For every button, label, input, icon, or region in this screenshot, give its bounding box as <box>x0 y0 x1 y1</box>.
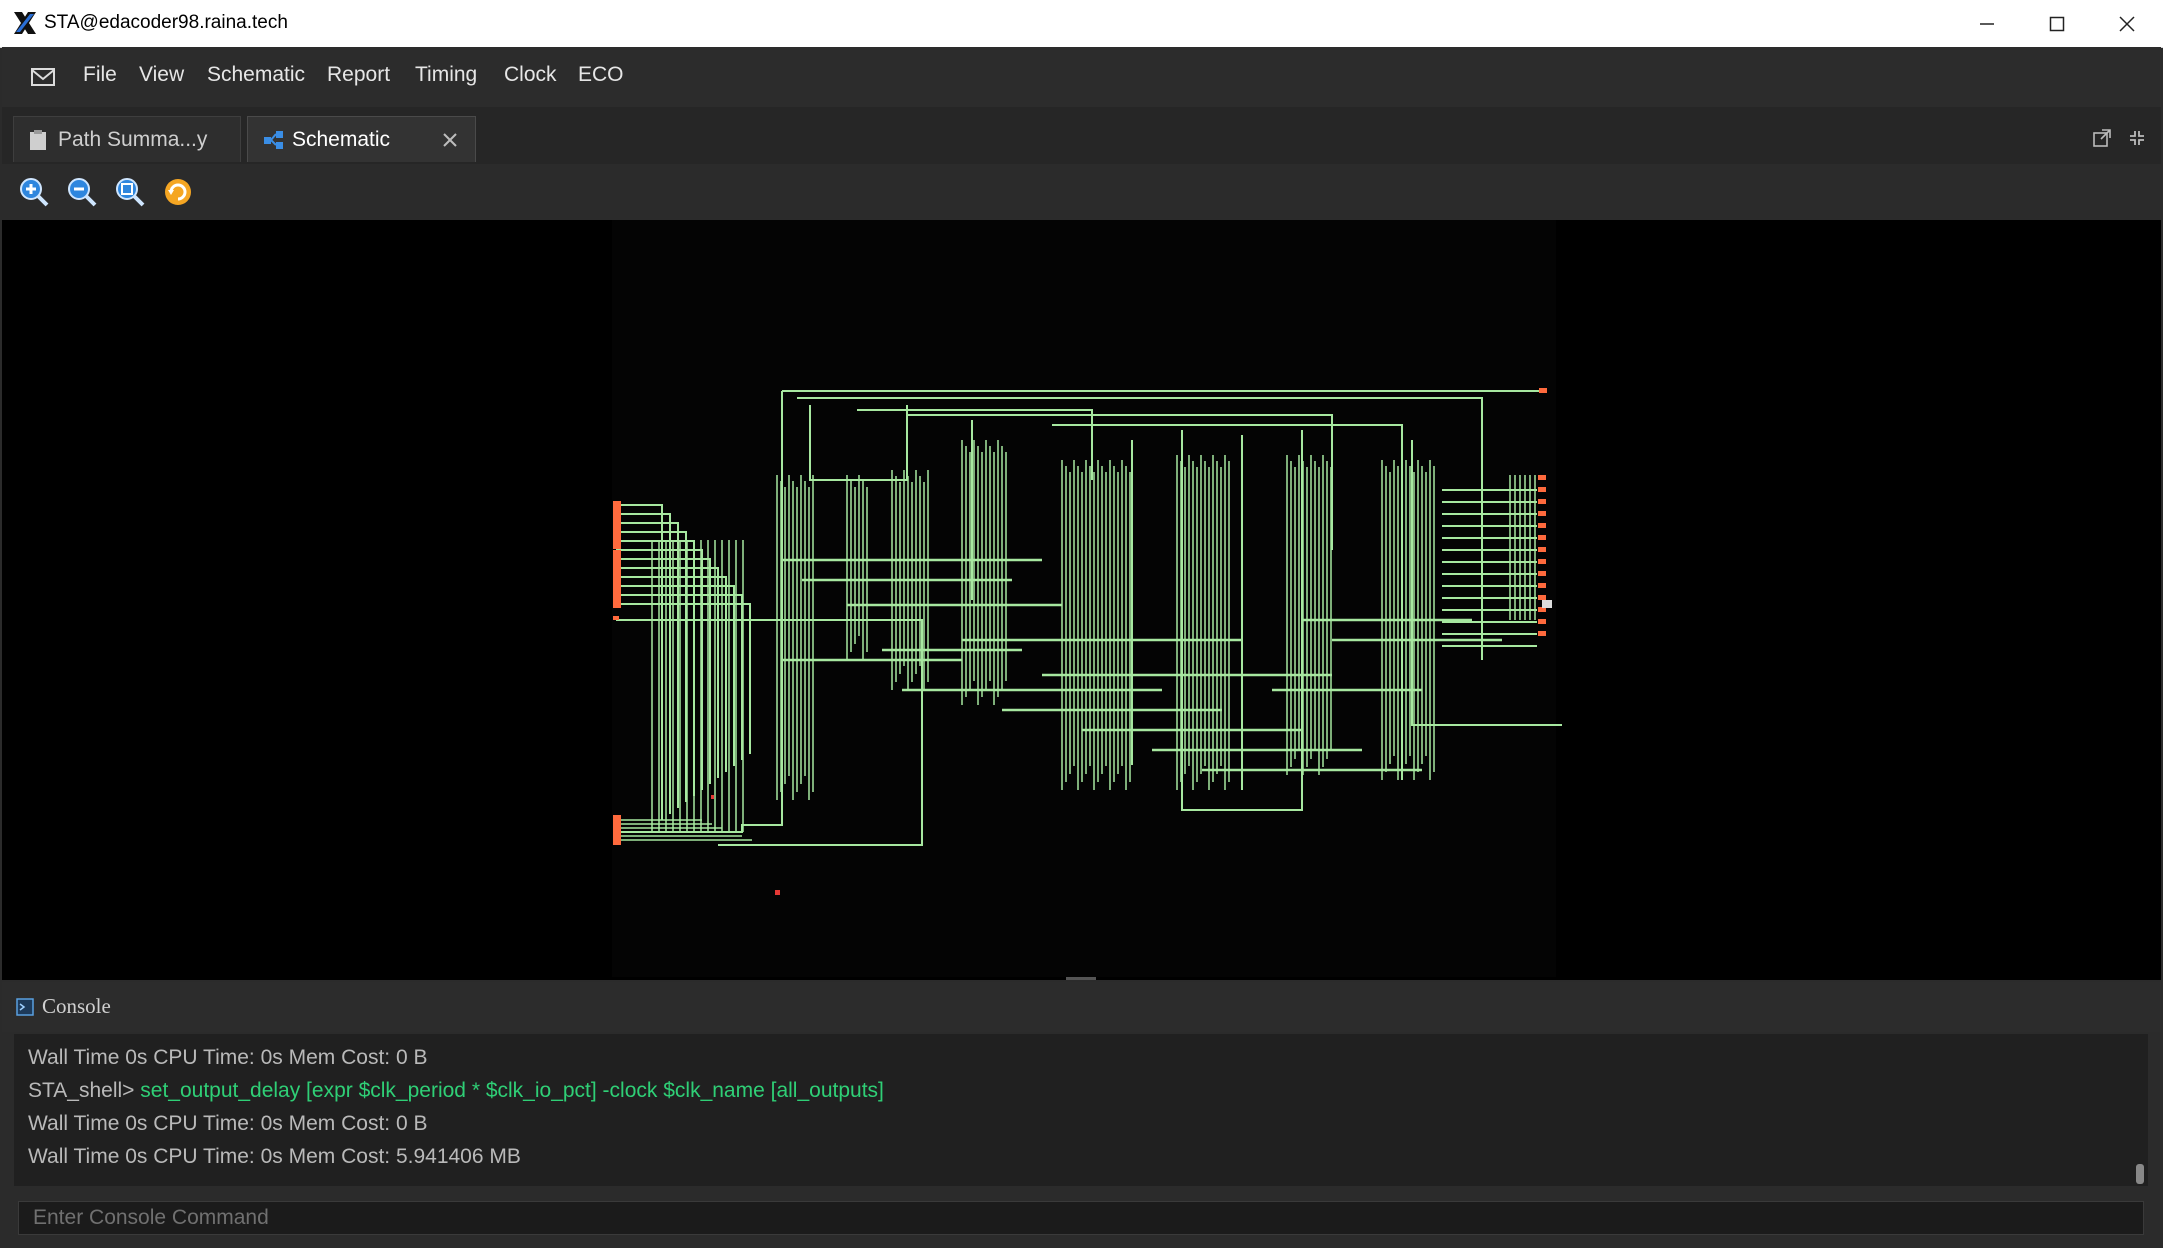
zoom-out-icon[interactable] <box>66 176 98 208</box>
menu-view[interactable]: View <box>139 63 184 87</box>
marker <box>711 795 714 799</box>
close-tab-icon[interactable] <box>441 131 459 149</box>
menu-eco[interactable]: ECO <box>578 63 624 87</box>
close-icon <box>2119 15 2135 32</box>
schematic-icon <box>264 130 283 149</box>
output-port <box>1538 631 1546 636</box>
minimize-button[interactable] <box>1952 0 2022 47</box>
menu-bar: File View Schematic Report Timing Clock … <box>2 47 2161 107</box>
close-window-button[interactable] <box>2092 0 2162 47</box>
menu-timing[interactable]: Timing <box>415 63 477 87</box>
output-port <box>1538 487 1546 492</box>
menu-schematic[interactable]: Schematic <box>207 63 305 87</box>
output-port <box>1538 535 1546 540</box>
console-header: Console <box>2 982 2161 1032</box>
window-title: STA@edacoder98.raina.tech <box>44 12 288 33</box>
console-line: Wall Time 0s CPU Time: 0s Mem Cost: 5.94… <box>28 1145 521 1168</box>
tab-bar: Path Summa...y Schematic <box>2 107 2161 165</box>
output-port <box>1538 523 1546 528</box>
maximize-icon <box>2049 16 2065 31</box>
schematic-toolbar <box>2 164 2161 220</box>
menu-report[interactable]: Report <box>327 63 390 87</box>
menu-clock[interactable]: Clock <box>504 63 557 87</box>
console-scrollbar[interactable] <box>2136 1164 2144 1184</box>
output-port <box>1539 388 1547 393</box>
marker <box>775 890 780 895</box>
console-line: STA_shell> set_output_delay [expr $clk_p… <box>28 1079 884 1103</box>
output-port <box>1538 583 1546 588</box>
tab-label-schematic: Schematic <box>292 127 391 151</box>
console-output[interactable]: Wall Time 0s CPU Time: 0s Mem Cost: 0 B … <box>14 1034 2148 1186</box>
restore-panel-icon[interactable] <box>2127 128 2147 148</box>
zoom-fit-icon[interactable] <box>114 176 146 208</box>
console-line: Wall Time 0s CPU Time: 0s Mem Cost: 0 B <box>28 1046 428 1069</box>
refresh-icon[interactable] <box>162 176 194 208</box>
input-port-group <box>613 815 621 845</box>
tab-schematic[interactable]: Schematic <box>247 116 476 162</box>
input-port-group <box>613 501 621 549</box>
output-port <box>1538 499 1546 504</box>
input-port <box>613 616 619 620</box>
title-bar: STA@edacoder98.raina.tech <box>0 0 2163 48</box>
tab-path-summary[interactable]: Path Summa...y <box>13 116 241 162</box>
console-icon <box>16 998 34 1016</box>
zoom-in-icon[interactable] <box>18 176 50 208</box>
schematic-drawing[interactable] <box>2 220 2161 980</box>
schematic-canvas[interactable] <box>2 220 2161 980</box>
output-port <box>1538 595 1546 600</box>
output-port <box>1538 547 1546 552</box>
output-port-selected <box>1542 600 1552 608</box>
shell-prompt: STA_shell> <box>28 1079 135 1102</box>
input-port-group <box>613 550 621 608</box>
output-port <box>1538 571 1546 576</box>
popout-icon[interactable] <box>2092 128 2112 148</box>
console-title: Console <box>42 994 111 1018</box>
shell-command: set_output_delay [expr $clk_period * $cl… <box>140 1079 884 1102</box>
console-line: Wall Time 0s CPU Time: 0s Mem Cost: 0 B <box>28 1112 428 1135</box>
mail-icon[interactable] <box>30 64 56 90</box>
output-port <box>1538 475 1546 480</box>
console-command-input[interactable] <box>18 1201 2144 1235</box>
panel-splitter[interactable] <box>1066 977 1096 980</box>
output-port <box>1538 619 1546 624</box>
minimize-icon <box>1980 22 1994 25</box>
output-port <box>1538 559 1546 564</box>
tab-label-path-summary: Path Summa...y <box>58 127 208 151</box>
app-logo-icon <box>14 12 36 34</box>
clipboard-icon <box>30 129 46 150</box>
output-port <box>1538 511 1546 516</box>
menu-file[interactable]: File <box>83 63 117 87</box>
maximize-button[interactable] <box>2022 0 2092 47</box>
